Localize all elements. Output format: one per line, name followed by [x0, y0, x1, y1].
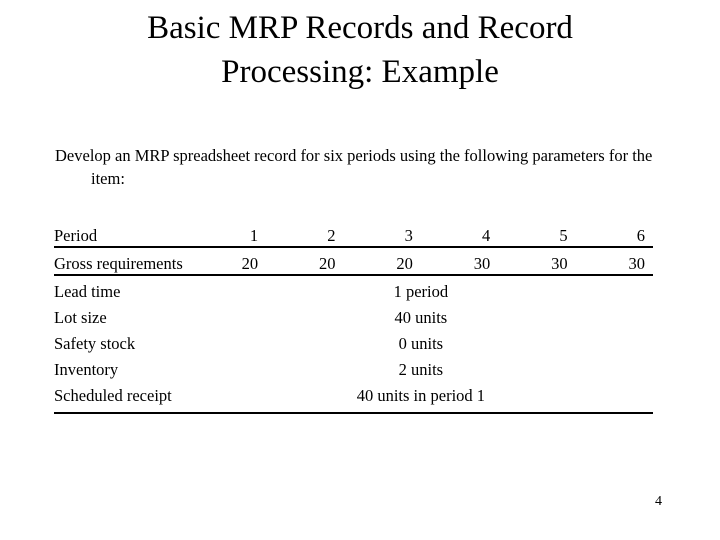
- row-label-lead-time: Lead time: [54, 282, 121, 301]
- row-label-scheduled-receipt: Scheduled receipt: [54, 386, 172, 405]
- gross-value-3: 20: [343, 247, 421, 276]
- table-row-safety-stock: Safety stock 0 units: [54, 328, 653, 354]
- page-title-line-2: Processing: Example: [221, 54, 499, 90]
- table-bottom-rule: [54, 406, 653, 414]
- period-value-6: 6: [575, 220, 653, 248]
- table-row-lead-time: Lead time 1 period: [54, 275, 653, 302]
- gross-value-1: 20: [188, 247, 267, 276]
- row-value-inventory: 2 units: [398, 360, 444, 379]
- gross-value-4: 30: [420, 247, 499, 276]
- page-title-line-1: Basic MRP Records and Record: [147, 10, 573, 46]
- row-value-lead-time: 1 period: [393, 282, 449, 301]
- table-row-lot-size: Lot size 40 units: [54, 302, 653, 328]
- row-label-safety-stock: Safety stock: [54, 334, 136, 353]
- period-value-5: 5: [498, 220, 576, 248]
- period-value-2: 2: [266, 220, 344, 248]
- table-row-gross-requirements: Gross requirements 20 20 20 30 30 30: [54, 247, 653, 276]
- mrp-parameters-table: Period 1 2 3 4 5 6 Gross requirements 20…: [54, 220, 653, 414]
- gross-value-2: 20: [266, 247, 344, 276]
- row-label-lot-size: Lot size: [54, 308, 107, 327]
- table-row-scheduled-receipt: Scheduled receipt 40 units in period 1: [54, 380, 653, 406]
- page-number: 4: [655, 494, 662, 509]
- gross-value-5: 30: [498, 247, 576, 276]
- row-value-lot-size: 40 units: [394, 308, 448, 327]
- row-value-safety-stock: 0 units: [398, 334, 444, 353]
- row-value-scheduled-receipt: 40 units in period 1: [356, 386, 486, 405]
- row-label-inventory: Inventory: [54, 360, 119, 379]
- table-row-period: Period 1 2 3 4 5 6: [54, 220, 653, 248]
- gross-value-6: 30: [575, 247, 653, 276]
- table-row-inventory: Inventory 2 units: [54, 354, 653, 380]
- body-paragraph: Develop an MRP spreadsheet record for si…: [55, 146, 653, 188]
- table-bottom-rule-cell: [54, 406, 653, 414]
- row-label-period: Period: [54, 220, 189, 248]
- slide-canvas: Basic MRP Records and Record Processing:…: [0, 0, 720, 540]
- row-label-gross-requirements: Gross requirements: [54, 247, 189, 276]
- period-value-3: 3: [343, 220, 421, 248]
- body-text-block: Develop an MRP spreadsheet record for si…: [55, 144, 655, 190]
- period-value-4: 4: [420, 220, 499, 248]
- page-title: Basic MRP Records and Record Processing:…: [36, 6, 684, 94]
- period-value-1: 1: [188, 220, 267, 248]
